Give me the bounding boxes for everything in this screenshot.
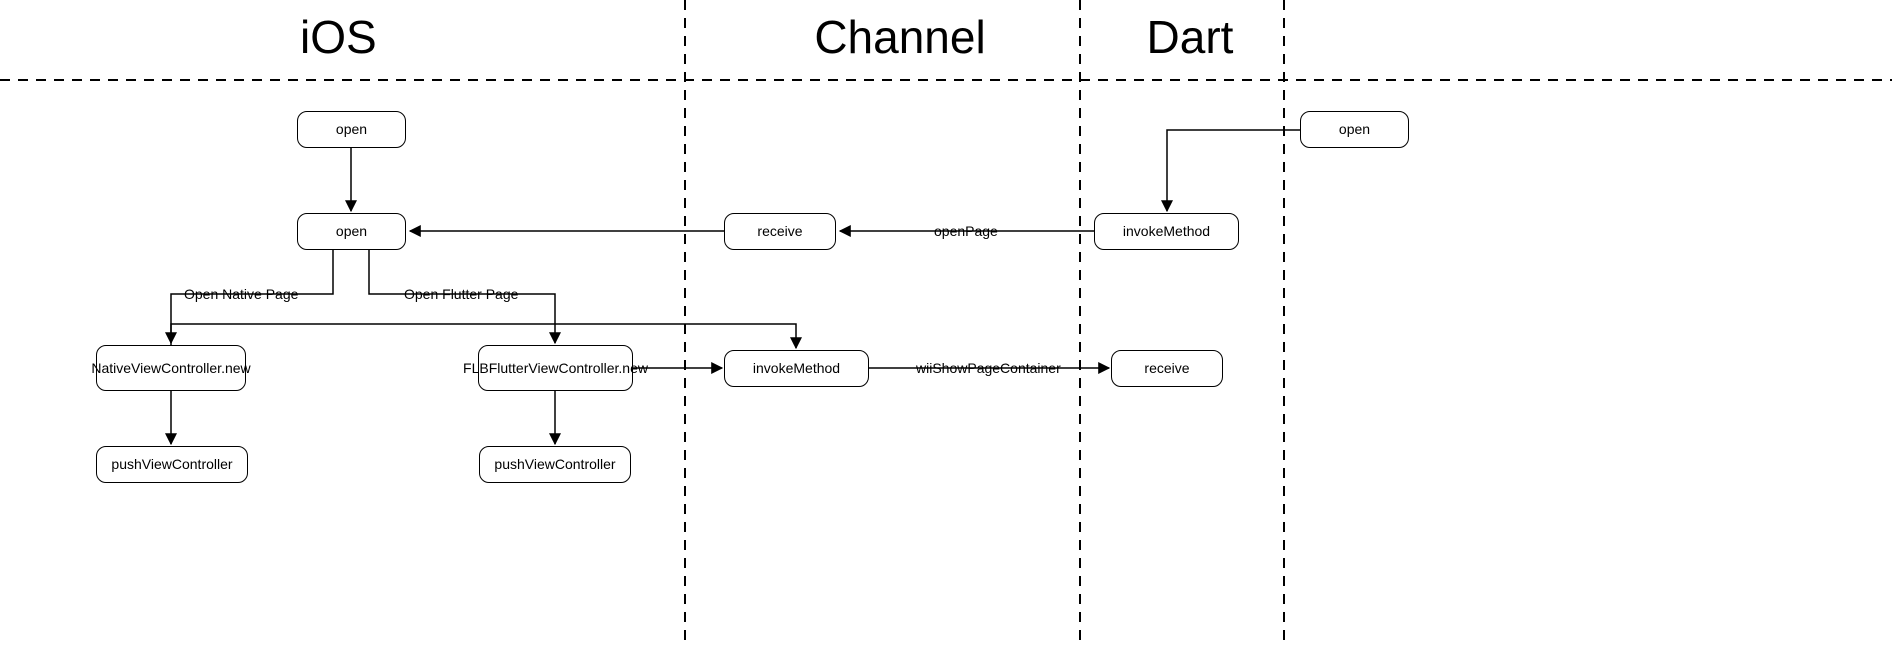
node-channel-receive: receive — [724, 213, 836, 250]
edge-label-open-flutter: Open Flutter Page — [400, 286, 522, 302]
diagram-lines — [0, 0, 1892, 648]
section-title-ios: iOS — [300, 10, 377, 64]
edge-label-wii-show: wiiShowPageContainer — [912, 360, 1065, 376]
edge-label-open-native: Open Native Page — [180, 286, 302, 302]
node-dart-open: open — [1300, 111, 1409, 148]
node-dart-invoke: invokeMethod — [1094, 213, 1239, 250]
node-ios-open-top: open — [297, 111, 406, 148]
node-dart-receive: receive — [1111, 350, 1223, 387]
edge-label-open-page: openPage — [930, 223, 1002, 239]
node-channel-invoke: invokeMethod — [724, 350, 869, 387]
node-flb-vc-new: FLBFlutterViewController.new — [478, 345, 633, 391]
node-push-vc-right: pushViewController — [479, 446, 631, 483]
section-title-channel: Channel — [650, 10, 1150, 64]
node-push-vc-left: pushViewController — [96, 446, 248, 483]
node-ios-open-mid: open — [297, 213, 406, 250]
node-native-vc-new: NativeViewController.new — [96, 345, 246, 391]
section-title-dart: Dart — [1090, 10, 1290, 64]
